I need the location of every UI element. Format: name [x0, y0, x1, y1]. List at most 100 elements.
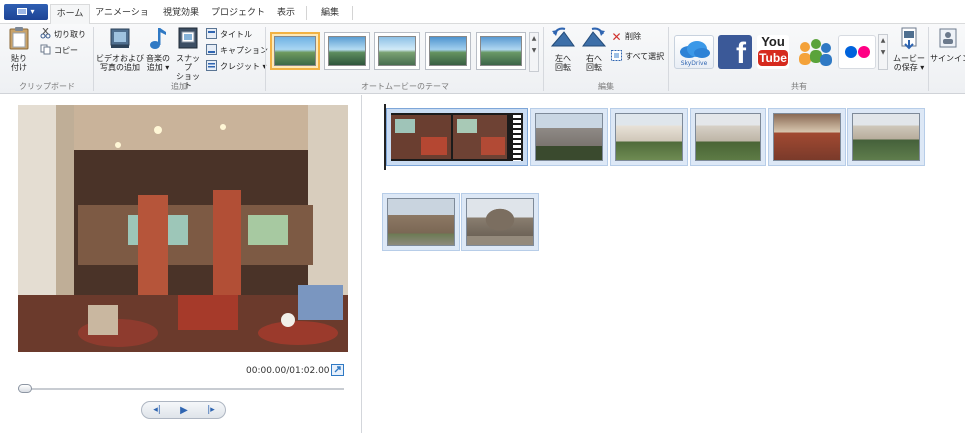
- theme-cross-fade[interactable]: [476, 32, 526, 70]
- app-menu-button[interactable]: ▾: [4, 4, 48, 20]
- facebook-button[interactable]: f: [718, 35, 752, 69]
- credits-icon: [206, 60, 217, 71]
- clip-thumbnail-lobby: [773, 113, 841, 161]
- add-group-label: 追加: [171, 82, 187, 91]
- tab-visual-effects[interactable]: 視覚効果: [157, 4, 205, 25]
- storyboard-clip[interactable]: [690, 108, 766, 166]
- flickr-icon: [845, 46, 870, 58]
- rotate-left-icon: [550, 27, 575, 47]
- theme-gallery-scroll[interactable]: ▲ ▼: [529, 32, 539, 72]
- rotate-right-label-2: 回転: [586, 63, 602, 72]
- rotate-right-label-1: 右へ: [586, 54, 602, 63]
- tab-separator: [352, 6, 353, 20]
- play-button[interactable]: ▶: [173, 404, 195, 417]
- rotate-left-button[interactable]: 左へ 回転: [549, 26, 577, 72]
- copy-icon: [40, 44, 51, 55]
- rotate-left-label-2: 回転: [555, 63, 571, 72]
- playback-controls: ◂| ▶ |▸: [141, 401, 226, 419]
- youtube-icon-top: You: [761, 34, 785, 49]
- video-preview[interactable]: [18, 105, 348, 352]
- hotel-lobby-frame-image: [18, 105, 348, 352]
- add-videos-label-1: ビデオおよび: [96, 54, 144, 63]
- select-all-button[interactable]: すべて選択: [611, 50, 664, 64]
- people-group-icon: [799, 39, 832, 66]
- caption-button[interactable]: キャプション: [206, 44, 268, 58]
- skydrive-button[interactable]: SkyDrive: [674, 35, 714, 69]
- save-movie-label-2: の保存 ▾: [893, 63, 925, 72]
- clipboard-group-label: クリップボード: [19, 82, 75, 91]
- save-movie-icon: [901, 27, 917, 50]
- group-separator: [93, 27, 94, 91]
- save-movie-button[interactable]: ムービー の保存 ▾: [891, 26, 927, 72]
- seek-bar-thumb[interactable]: [18, 384, 32, 393]
- save-movie-label-1: ムービー: [893, 54, 925, 63]
- next-frame-button[interactable]: |▸: [200, 404, 222, 417]
- theme-contemporary[interactable]: [270, 32, 320, 70]
- rotate-right-button[interactable]: 右へ 回転: [580, 26, 608, 72]
- preview-panel: 00:00.00/01:02.00 ◂| ▶ |▸: [0, 95, 362, 433]
- themes-group-label: オートムービーのテーマ: [361, 82, 449, 91]
- storyboard-clip[interactable]: [382, 193, 460, 251]
- add-video-photo-icon: [110, 28, 130, 48]
- copy-button[interactable]: コピー: [40, 44, 78, 58]
- film-sprockets: [513, 113, 521, 161]
- ribbon-tab-bar: ▾ ホーム アニメーション 視覚効果 プロジェクト 表示 編集: [0, 0, 965, 37]
- storyboard-clip[interactable]: [847, 108, 925, 166]
- fullscreen-expand-icon[interactable]: [331, 364, 344, 376]
- youtube-button[interactable]: You Tube: [757, 35, 789, 69]
- title-button[interactable]: タイトル: [206, 28, 252, 42]
- clip-thumbnail-courtyard-2: [695, 113, 761, 161]
- theme-fade[interactable]: [374, 32, 420, 70]
- storyboard-clip[interactable]: [461, 193, 539, 251]
- tab-home[interactable]: ホーム: [50, 4, 90, 25]
- add-music-label-1: 音楽の: [146, 54, 170, 63]
- gallery-down-icon: ▼: [531, 47, 537, 54]
- skydrive-cloud-icon: [680, 41, 710, 58]
- credits-button[interactable]: クレジット ▾: [206, 60, 267, 74]
- theme-thumbnail: [274, 36, 316, 66]
- sign-in-button[interactable]: サインイン: [930, 26, 965, 63]
- storyboard-clip[interactable]: [768, 108, 846, 166]
- sign-in-icon: [939, 28, 956, 48]
- seek-bar-track[interactable]: [18, 388, 344, 390]
- caption-icon: [206, 44, 217, 55]
- share-gallery-scroll[interactable]: ▲ ▼: [878, 34, 888, 70]
- storyboard-playhead[interactable]: [384, 104, 386, 170]
- tab-edit[interactable]: 編集: [314, 4, 346, 25]
- music-note-icon: [150, 28, 166, 49]
- snapshot-icon: [178, 27, 198, 49]
- sign-in-label: サインイン: [930, 54, 965, 63]
- video-clip-thumbnail: [391, 115, 507, 159]
- theme-cinematic[interactable]: [324, 32, 370, 70]
- cut-button[interactable]: 切り取り: [40, 28, 86, 42]
- theme-thumbnail: [328, 36, 366, 66]
- previous-frame-button[interactable]: ◂|: [146, 404, 168, 417]
- playback-timecode: 00:00.00/01:02.00: [246, 366, 330, 376]
- paste-icon: [9, 27, 29, 50]
- paste-label-2: 付け: [11, 63, 27, 72]
- storyboard-clip[interactable]: [530, 108, 608, 166]
- delete-button[interactable]: ✕ 削除: [611, 30, 641, 44]
- skydrive-label: SkyDrive: [680, 60, 708, 67]
- tab-separator: [306, 6, 307, 20]
- theme-thumbnail: [378, 36, 416, 66]
- selected-video-clip[interactable]: [386, 108, 528, 166]
- delete-x-icon: ✕: [611, 30, 622, 44]
- add-music-label-2: 追加 ▾: [146, 63, 170, 72]
- tab-animations[interactable]: アニメーション: [94, 4, 150, 37]
- share-group-label: 共有: [791, 82, 807, 91]
- tab-project[interactable]: プロジェクト: [210, 4, 266, 25]
- add-videos-photos-button[interactable]: ビデオおよび 写真の追加: [96, 26, 144, 72]
- paste-button[interactable]: 貼り 付け: [6, 26, 32, 72]
- tab-view[interactable]: 表示: [272, 4, 300, 25]
- clip-thumbnail-domed-building: [466, 198, 534, 246]
- theme-pan-zoom[interactable]: [425, 32, 471, 70]
- add-music-button[interactable]: 音楽の 追加 ▾: [144, 26, 172, 72]
- rotate-right-icon: [582, 27, 607, 47]
- title-icon: [206, 28, 217, 39]
- storyboard-clip[interactable]: [610, 108, 688, 166]
- app-menu-icon: [17, 8, 28, 15]
- select-all-icon: [611, 50, 622, 61]
- windows-live-groups-button[interactable]: [795, 35, 835, 69]
- flickr-button[interactable]: [838, 35, 876, 69]
